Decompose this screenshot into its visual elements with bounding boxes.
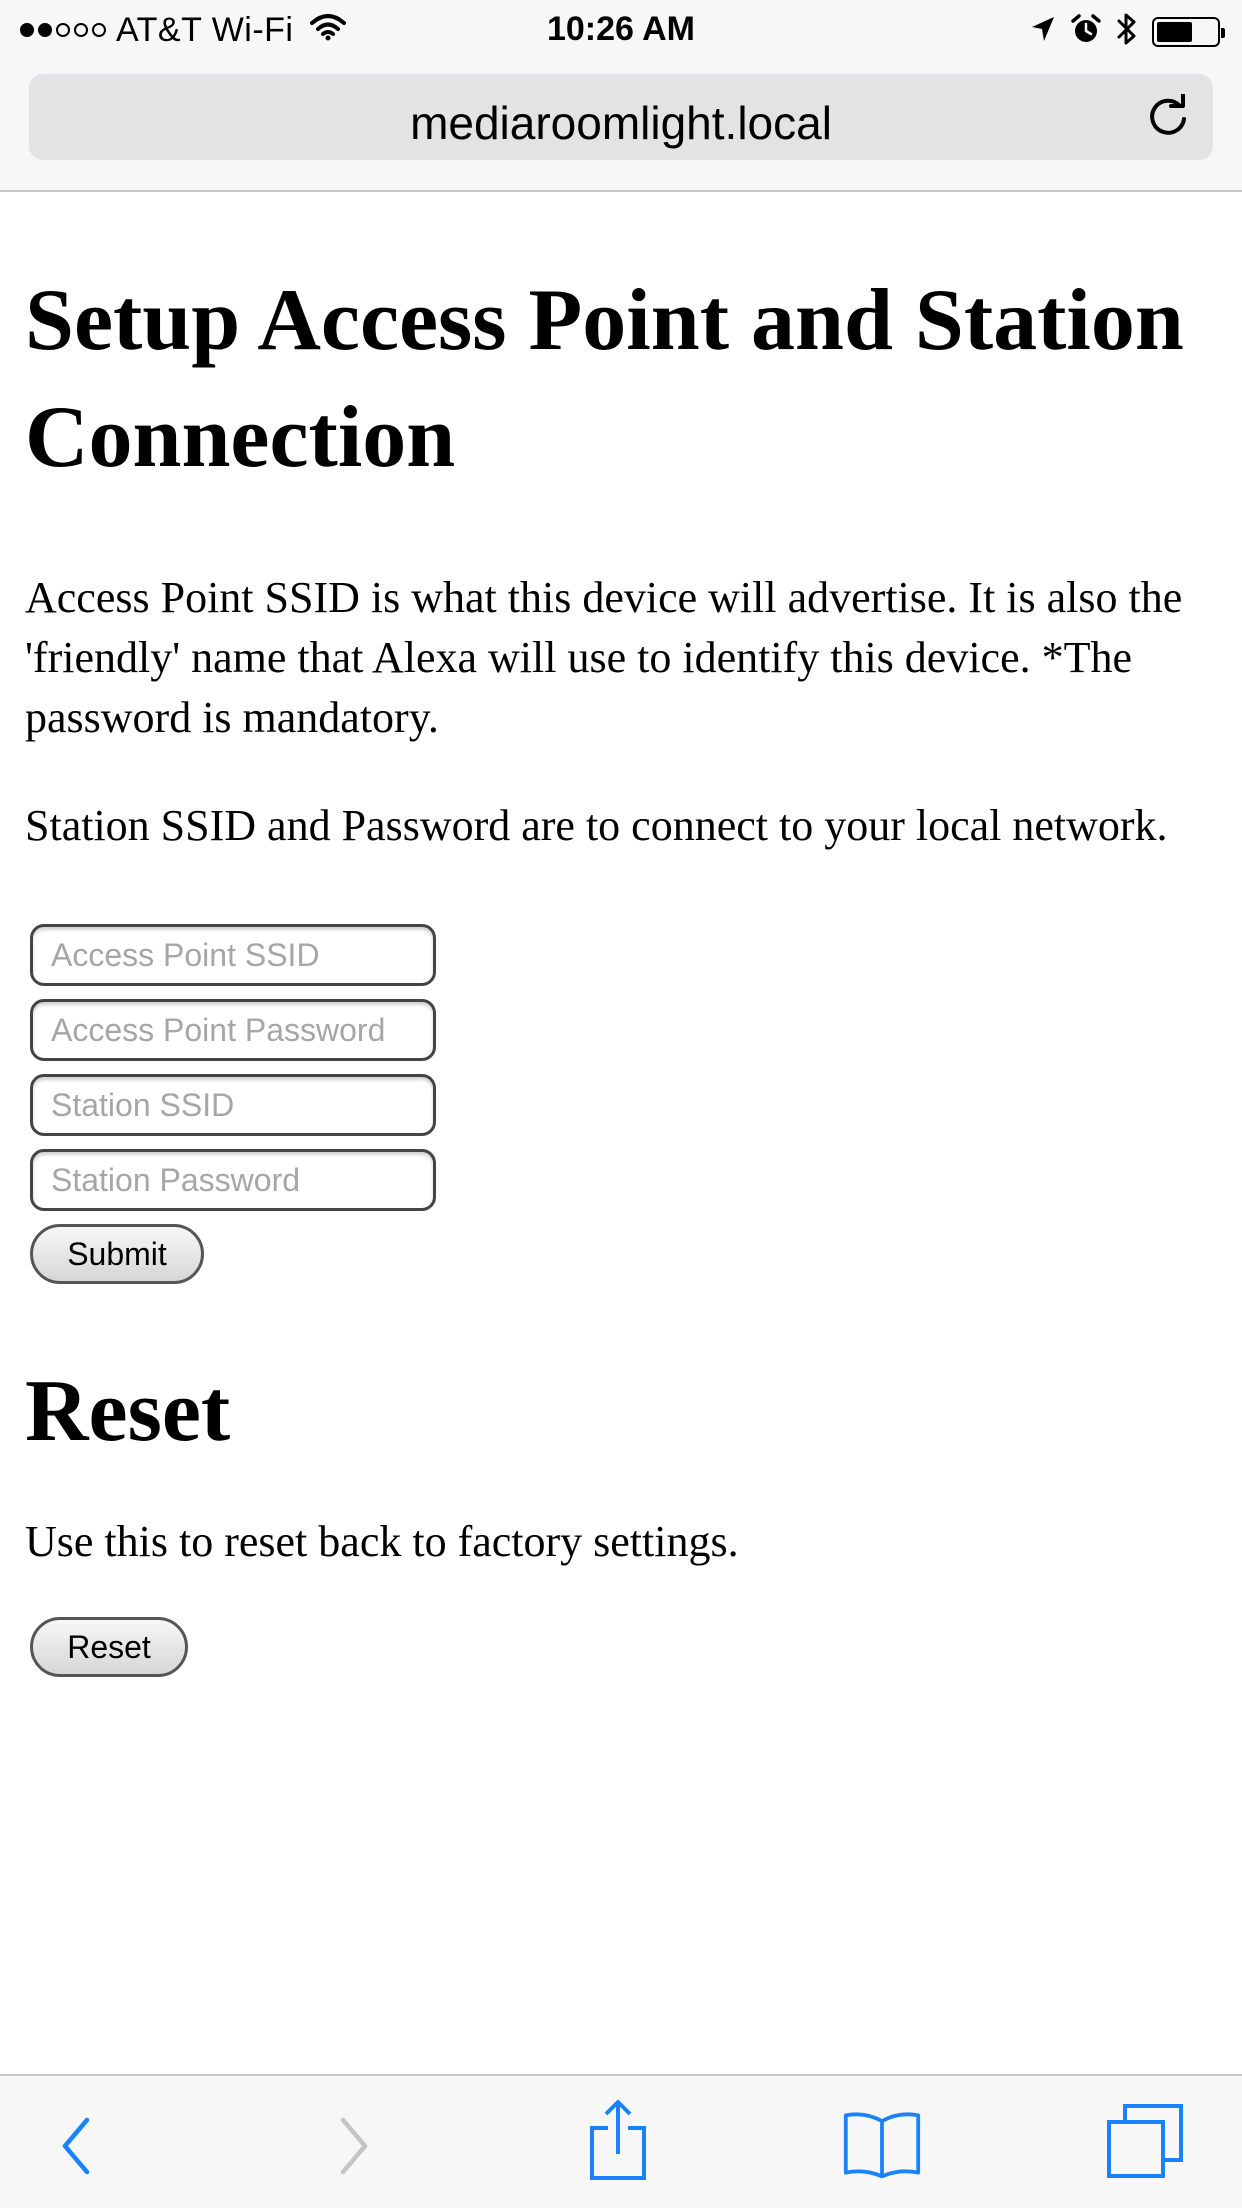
station-password-input[interactable] [30, 1149, 436, 1211]
reset-button[interactable]: Reset [30, 1617, 188, 1677]
reload-icon[interactable] [1145, 92, 1191, 140]
back-icon[interactable] [37, 2106, 117, 2186]
intro-paragraph: Access Point SSID is what this device wi… [25, 573, 1183, 742]
alarm-icon [1070, 13, 1102, 50]
url-field[interactable]: mediaroomlight.local [29, 74, 1213, 160]
bluetooth-icon [1116, 12, 1138, 51]
url-text: mediaroomlight.local [410, 97, 832, 149]
setup-form: Submit [30, 924, 1225, 1284]
browser-bottom-toolbar [0, 2074, 1242, 2208]
browser-address-bar: mediaroomlight.local [0, 60, 1242, 192]
battery-level [1157, 21, 1192, 42]
location-arrow-icon [1030, 15, 1056, 48]
battery-icon [1152, 16, 1225, 47]
bookmarks-icon[interactable] [842, 2104, 922, 2184]
reset-description: Use this to reset back to factory settin… [25, 1517, 739, 1566]
access-point-password-input[interactable] [30, 999, 436, 1061]
share-icon[interactable] [578, 2100, 658, 2180]
page-content: Setup Access Point and Station Connectio… [25, 192, 1225, 1677]
forward-icon[interactable] [313, 2106, 393, 2186]
status-bar: AT&T Wi-Fi 10:26 AM [0, 0, 1242, 60]
status-right [1030, 12, 1225, 51]
page-title: Setup Access Point and Station Connectio… [25, 272, 1184, 486]
reset-heading: Reset [25, 1363, 231, 1460]
submit-button[interactable]: Submit [30, 1224, 204, 1284]
station-ssid-input[interactable] [30, 1074, 436, 1136]
tabs-icon[interactable] [1105, 2102, 1185, 2182]
access-point-ssid-input[interactable] [30, 924, 436, 986]
station-paragraph: Station SSID and Password are to connect… [25, 801, 1168, 850]
